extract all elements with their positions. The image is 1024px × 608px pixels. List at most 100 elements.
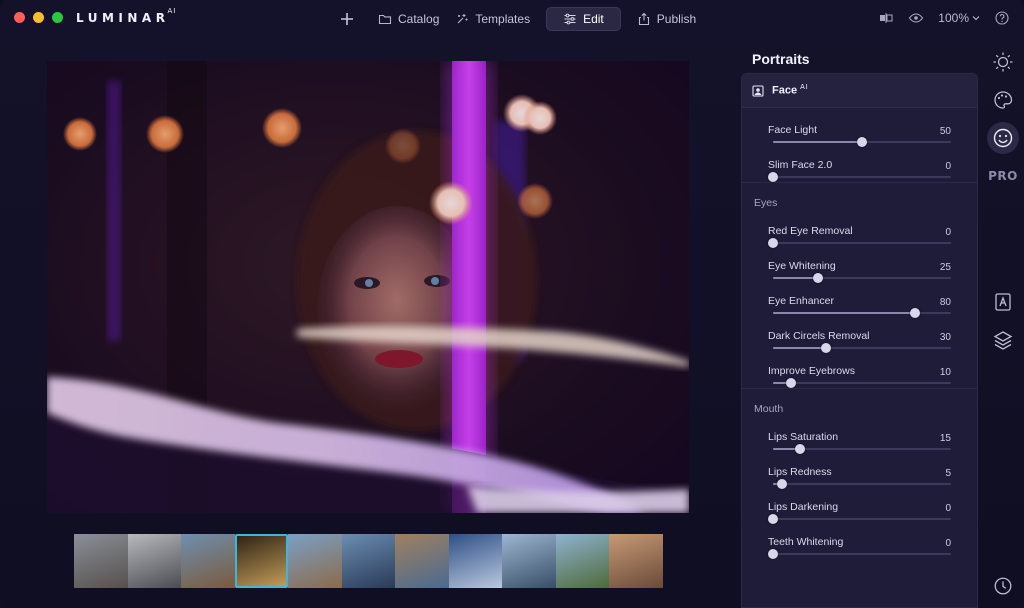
filmstrip-thumbnail[interactable] [555, 534, 609, 588]
filmstrip-thumbnail[interactable] [609, 534, 663, 588]
slider-group: Mouth Lips Saturation 15 Lips Redness 5 Lips … [742, 389, 977, 559]
filmstrip-thumbnail[interactable] [341, 534, 395, 588]
minimize-window-button[interactable] [33, 12, 44, 23]
slider-track[interactable] [773, 308, 951, 318]
slider-label: Lips Darkening [768, 501, 839, 513]
top-navigation: Catalog Templates Edit Publish [336, 7, 704, 31]
tab-edit[interactable]: Edit [546, 7, 621, 31]
portrait-photo [47, 61, 689, 513]
portrait-tool-button[interactable] [987, 122, 1019, 154]
close-window-button[interactable] [14, 12, 25, 23]
folder-icon [378, 14, 392, 25]
zoom-dropdown[interactable]: 100% [938, 11, 980, 25]
filmstrip-thumbnail[interactable] [127, 534, 181, 588]
palette-icon [994, 91, 1013, 109]
tab-publish[interactable]: Publish [629, 7, 704, 31]
slider-knob[interactable] [857, 137, 867, 147]
slider-row: Eye Whitening 25 [742, 248, 977, 283]
slider-row: Lips Saturation 15 [742, 419, 977, 454]
filmstrip-thumbnail[interactable] [288, 534, 342, 588]
slider-knob[interactable] [785, 378, 796, 388]
portrait-frame-icon [752, 84, 764, 97]
slider-value: 80 [939, 297, 951, 308]
slider-knob[interactable] [768, 172, 778, 182]
share-icon [638, 12, 649, 26]
zoom-level: 100% [938, 11, 969, 25]
slider-label: Red Eye Removal [768, 225, 853, 237]
help-icon[interactable] [994, 10, 1010, 26]
image-canvas[interactable] [47, 61, 689, 513]
slider-track[interactable] [768, 238, 951, 248]
eye-preview-icon[interactable] [908, 10, 924, 26]
slider-track[interactable] [773, 343, 951, 353]
layers-icon [993, 331, 1013, 350]
slider-knob[interactable] [768, 514, 778, 524]
slider-track[interactable] [773, 137, 951, 147]
filmstrip-thumbnail[interactable] [234, 534, 288, 588]
filmstrip-thumbnail[interactable] [74, 534, 128, 588]
filmstrip-thumbnail[interactable] [448, 534, 502, 588]
window-controls [14, 12, 63, 23]
slider-track[interactable] [773, 378, 951, 388]
clock-icon [994, 577, 1012, 595]
tab-publish-label: Publish [656, 12, 697, 26]
slider-knob[interactable] [768, 549, 778, 559]
slider-fill [773, 312, 916, 314]
filmstrip-thumbnail[interactable] [395, 534, 449, 588]
slider-row: Red Eye Removal 0 [742, 213, 977, 248]
slider-knob[interactable] [794, 444, 805, 454]
tool-name: Face AI [772, 84, 809, 97]
history-button[interactable] [992, 575, 1016, 599]
filmstrip-thumbnail[interactable] [502, 534, 556, 588]
tab-templates[interactable]: Templates [447, 7, 538, 31]
tool-sup: AI [800, 84, 809, 92]
slider-track[interactable] [768, 514, 951, 524]
plus-icon [341, 13, 353, 25]
slider-row: Teeth Whitening 0 [742, 524, 977, 559]
tab-catalog[interactable]: Catalog [370, 7, 447, 31]
slider-knob[interactable] [776, 479, 787, 489]
slider-knob[interactable] [910, 308, 921, 318]
slider-knob[interactable] [812, 273, 823, 283]
slider-knob[interactable] [821, 343, 832, 353]
slider-value: 15 [939, 433, 951, 444]
slider-groups: Face Light 50 Slim Face 2.0 0 Eyes Red Eye Re… [742, 108, 977, 559]
slider-row: Improve Eyebrows 10 [742, 353, 977, 388]
app-logo-text: LUMINAR [76, 11, 170, 25]
tool-label: Face [772, 84, 798, 97]
slider-track[interactable] [773, 444, 951, 454]
edit-mask-tool-button[interactable] [987, 286, 1019, 318]
slider-row: Eye Enhancer 80 [742, 283, 977, 318]
zoom-window-button[interactable] [52, 12, 63, 23]
essentials-tool-button[interactable] [987, 46, 1019, 78]
slider-track[interactable] [768, 172, 951, 182]
slider-knob[interactable] [768, 238, 778, 248]
tool-rail: PRO [987, 46, 1021, 362]
pro-tool-button[interactable]: PRO [987, 160, 1019, 192]
creative-tool-button[interactable] [987, 84, 1019, 116]
slider-group: Face Light 50 Slim Face 2.0 0 [742, 108, 977, 183]
brush-frame-icon [995, 293, 1011, 311]
section-title: Mouth [754, 403, 784, 415]
panel-title: Portraits [752, 51, 810, 67]
layers-tool-button[interactable] [987, 324, 1019, 356]
slider-value: 0 [945, 227, 951, 238]
app-logo: LUMINARAI [76, 7, 176, 25]
face-ai-tool-header[interactable]: Face AI [742, 74, 977, 108]
slider-value: 0 [945, 161, 951, 172]
titlebar: LUMINARAI Catalog Templates Edit Publish [0, 0, 1024, 38]
tab-catalog-label: Catalog [398, 12, 440, 26]
tab-templates-label: Templates [475, 12, 531, 26]
filmstrip-thumbnail[interactable] [181, 534, 235, 588]
slider-row: Lips Darkening 0 [742, 489, 977, 524]
slider-track[interactable] [768, 549, 951, 559]
section-title: Eyes [754, 197, 778, 209]
compare-icon[interactable] [878, 10, 894, 26]
slider-track[interactable] [773, 479, 951, 489]
tool-rail-spacer [987, 198, 1021, 286]
tool-panel: Face AI Face Light 50 Slim Face 2.0 0 Eyes Re… [741, 73, 978, 608]
add-photos-button[interactable] [336, 8, 358, 30]
slider-label: Slim Face 2.0 [768, 159, 833, 171]
slider-value: 25 [939, 262, 951, 273]
slider-track[interactable] [773, 273, 951, 283]
